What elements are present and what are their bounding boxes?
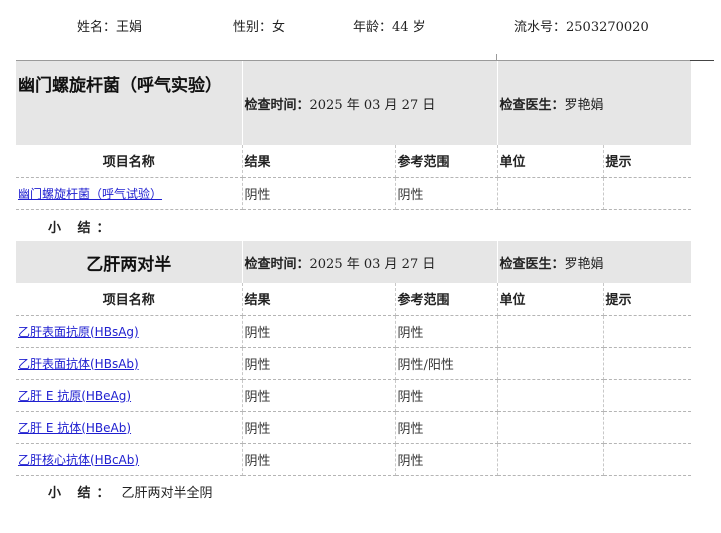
- section-header: 幽门螺旋杆菌（呼气实验） 检查时间：2025 年 03 月 27 日 检查医生：…: [16, 61, 692, 145]
- table-row: 幽门螺旋杆菌（呼气试验） 阴性 阴性: [16, 177, 692, 210]
- column-header-row: 项目名称 结果 参考范围 单位 提示: [16, 145, 692, 178]
- result-cell: 阴性: [242, 411, 396, 444]
- patient-age: 年龄：44 岁: [353, 20, 426, 35]
- item-name-cell: 幽门螺旋杆菌（呼气试验）: [16, 177, 243, 210]
- result-cell: 阴性: [242, 347, 396, 380]
- item-link[interactable]: 幽门螺旋杆菌（呼气试验）: [18, 187, 162, 201]
- item-link[interactable]: 乙肝表面抗体(HBsAb): [18, 357, 139, 371]
- range-cell: 阴性: [395, 315, 498, 348]
- section-title: 幽门螺旋杆菌（呼气实验）: [16, 61, 243, 145]
- range-cell: 阴性: [395, 379, 498, 412]
- divider-tick: [496, 54, 497, 61]
- table-row: 乙肝 E 抗原(HBeAg) 阴性 阴性: [16, 379, 692, 412]
- patient-gender: 性别：女: [233, 20, 286, 35]
- exam-doctor: 检查医生：罗艳娟: [497, 61, 692, 145]
- col-unit: 单位: [497, 145, 604, 178]
- hint-cell: [603, 411, 692, 444]
- range-cell: 阴性: [395, 443, 498, 476]
- section-title: 乙肝两对半: [16, 241, 243, 283]
- item-name-cell: 乙肝 E 抗体(HBeAb): [16, 411, 243, 444]
- unit-cell: [497, 379, 604, 412]
- item-name-cell: 乙肝 E 抗原(HBeAg): [16, 379, 243, 412]
- hint-cell: [603, 177, 692, 210]
- item-link[interactable]: 乙肝核心抗体(HBcAb): [18, 453, 139, 467]
- column-header-row: 项目名称 结果 参考范围 单位 提示: [16, 283, 692, 316]
- top-divider-tail: [690, 60, 714, 61]
- item-name-cell: 乙肝表面抗体(HBsAb): [16, 347, 243, 380]
- range-cell: 阴性: [395, 177, 498, 210]
- patient-name: 姓名：王娟: [77, 20, 143, 35]
- unit-cell: [497, 177, 604, 210]
- table-row: 乙肝表面抗体(HBsAb) 阴性 阴性/阳性: [16, 347, 692, 380]
- unit-cell: [497, 443, 604, 476]
- exam-time: 检查时间：2025 年 03 月 27 日: [242, 241, 498, 283]
- hint-cell: [603, 443, 692, 476]
- hint-cell: [603, 315, 692, 348]
- result-cell: 阴性: [242, 177, 396, 210]
- col-unit: 单位: [497, 283, 604, 316]
- col-item-name: 项目名称: [16, 283, 243, 316]
- result-cell: 阴性: [242, 379, 396, 412]
- col-result: 结果: [242, 145, 396, 178]
- table-row: 乙肝核心抗体(HBcAb) 阴性 阴性: [16, 443, 692, 476]
- range-cell: 阴性: [395, 411, 498, 444]
- hbv-table: 乙肝两对半 检查时间：2025 年 03 月 27 日 检查医生：罗艳娟 项目名…: [16, 241, 692, 476]
- exam-doctor: 检查医生：罗艳娟: [497, 241, 692, 283]
- col-range: 参考范围: [395, 145, 498, 178]
- col-item-name: 项目名称: [16, 145, 243, 178]
- summary-label: 小 结：: [48, 486, 116, 501]
- col-hint: 提示: [603, 283, 692, 316]
- table-row: 乙肝 E 抗体(HBeAb) 阴性 阴性: [16, 411, 692, 444]
- item-name-cell: 乙肝核心抗体(HBcAb): [16, 443, 243, 476]
- col-range: 参考范围: [395, 283, 498, 316]
- result-cell: 阴性: [242, 315, 396, 348]
- summary-text: 乙肝两对半全阴: [121, 486, 213, 501]
- item-link[interactable]: 乙肝表面抗原(HBsAg): [18, 325, 139, 339]
- result-cell: 阴性: [242, 443, 396, 476]
- hint-cell: [603, 347, 692, 380]
- item-name-cell: 乙肝表面抗原(HBsAg): [16, 315, 243, 348]
- exam-time: 检查时间：2025 年 03 月 27 日: [242, 61, 498, 145]
- serial-number: 流水号：2503270020: [514, 20, 649, 35]
- section-header: 乙肝两对半 检查时间：2025 年 03 月 27 日 检查医生：罗艳娟: [16, 241, 692, 283]
- item-link[interactable]: 乙肝 E 抗体(HBeAb): [18, 421, 131, 435]
- item-link[interactable]: 乙肝 E 抗原(HBeAg): [18, 389, 131, 403]
- unit-cell: [497, 347, 604, 380]
- col-result: 结果: [242, 283, 396, 316]
- col-hint: 提示: [603, 145, 692, 178]
- patient-info-bar: 姓名：王娟 性别：女 年龄：44 岁 流水号：2503270020: [0, 16, 721, 36]
- unit-cell: [497, 411, 604, 444]
- table-row: 乙肝表面抗原(HBsAg) 阴性 阴性: [16, 315, 692, 348]
- range-cell: 阴性/阳性: [395, 347, 498, 380]
- h-pylori-table: 幽门螺旋杆菌（呼气实验） 检查时间：2025 年 03 月 27 日 检查医生：…: [16, 61, 692, 210]
- unit-cell: [497, 315, 604, 348]
- summary-1: 小 结：: [48, 217, 122, 236]
- hint-cell: [603, 379, 692, 412]
- summary-2: 小 结： 乙肝两对半全阴: [48, 482, 213, 501]
- summary-label: 小 结：: [48, 221, 116, 236]
